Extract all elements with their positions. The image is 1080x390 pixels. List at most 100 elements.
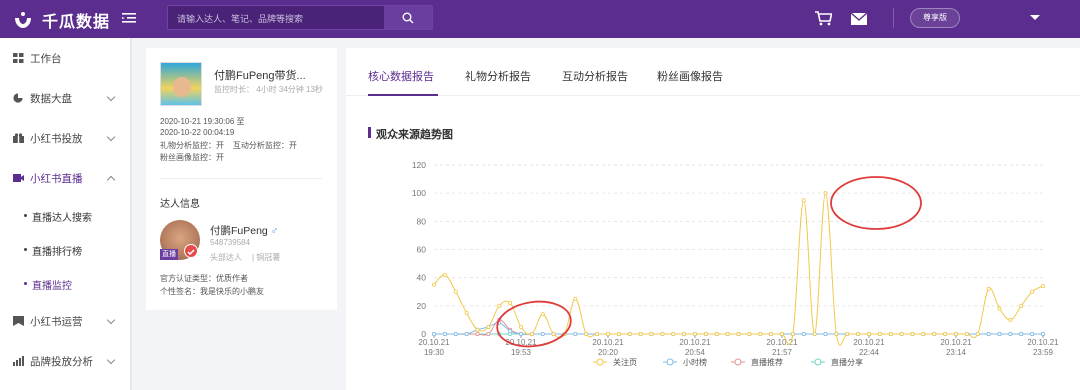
- kol-tier: 头部达人: [210, 253, 242, 262]
- data-point: [692, 331, 697, 336]
- search-box: 请输入达人、笔记、品牌等搜索: [167, 5, 433, 30]
- data-point: [442, 331, 447, 336]
- data-point: [801, 331, 806, 336]
- sidebar-item-xhs-ads[interactable]: 小红书投放: [0, 120, 130, 156]
- mail-icon[interactable]: [850, 12, 868, 30]
- monitor-flags: 礼物分析监控：开 互动分析监控：开: [160, 141, 297, 150]
- data-point: [573, 296, 578, 301]
- live-profile-card: 付鹏FuPeng带货... 监控时长： 4小时 34分钟 13秒 2020-10…: [146, 48, 337, 310]
- video-icon: [13, 174, 24, 182]
- data-point: [845, 331, 850, 336]
- data-point: [747, 331, 752, 336]
- kol-name[interactable]: 付鹏FuPeng ♂: [210, 223, 278, 238]
- data-point: [595, 331, 600, 336]
- sidebar-item-dashboard[interactable]: 数据大盘: [0, 80, 130, 116]
- data-point: [790, 331, 795, 336]
- sidebar-subitem-live-ranking[interactable]: 直播排行榜: [24, 243, 82, 258]
- data-point: [518, 324, 523, 329]
- data-point: [954, 331, 959, 336]
- sidebar-item-label: 小红书运营: [30, 315, 83, 328]
- search-button[interactable]: [384, 6, 432, 29]
- data-point: [540, 331, 545, 336]
- data-point: [910, 331, 915, 336]
- y-tick-label: 60: [417, 245, 427, 255]
- chevron-up-icon: [106, 175, 116, 185]
- data-point: [1008, 317, 1013, 322]
- legend-marker: [666, 358, 674, 366]
- search-input[interactable]: 请输入达人、笔记、品牌等搜索: [177, 12, 303, 25]
- data-point: [1041, 331, 1046, 336]
- live-title[interactable]: 付鹏FuPeng带货...: [214, 67, 306, 83]
- gift-icon: [13, 133, 24, 143]
- x-tick-label-time: 23:59: [1033, 348, 1054, 357]
- x-tick-label-date: 20.10.21: [592, 338, 624, 347]
- data-point: [997, 306, 1002, 311]
- chevron-down-icon: [106, 315, 116, 325]
- data-point: [714, 331, 719, 336]
- data-point: [486, 324, 491, 329]
- cert-type: 官方认证类型：优质作者: [160, 274, 248, 283]
- data-point: [725, 331, 730, 336]
- sidebar-item-label: 品牌投放分析: [30, 355, 93, 368]
- section-title: 达人信息: [160, 199, 200, 210]
- data-point: [834, 331, 839, 336]
- plan-badge[interactable]: 尊享版: [910, 8, 960, 28]
- x-tick-label-time: 19:30: [424, 348, 445, 357]
- legend-label: 小时榜: [683, 357, 707, 367]
- data-point: [627, 331, 632, 336]
- sidebar-subitem-live-search[interactable]: 直播达人搜索: [24, 209, 92, 224]
- data-point: [497, 303, 502, 308]
- x-tick-label-time: 20:20: [598, 348, 619, 357]
- sidebar-item-brand-analysis[interactable]: 品牌投放分析: [0, 343, 130, 379]
- sidebar-subitem-live-monitor[interactable]: 直播监控: [24, 277, 72, 292]
- data-point: [736, 331, 741, 336]
- live-cover-image[interactable]: [160, 62, 202, 106]
- sidebar-item-xhs-live[interactable]: 小红书直播: [0, 160, 130, 196]
- logo-icon: [12, 9, 34, 31]
- x-tick-label-date: 20.10.21: [853, 338, 885, 347]
- legend-marker: [596, 358, 604, 366]
- male-icon: ♂: [270, 226, 279, 237]
- x-tick-label-date: 20.10.21: [679, 338, 711, 347]
- app-logo[interactable]: 千瓜数据: [12, 8, 110, 32]
- data-point: [997, 331, 1002, 336]
- data-point: [943, 331, 948, 336]
- data-point: [779, 331, 784, 336]
- y-tick-label: 80: [417, 216, 427, 226]
- data-point: [986, 286, 991, 291]
- annotation-circle: [830, 176, 922, 230]
- data-point: [475, 331, 480, 336]
- live-tag: 直播: [160, 249, 178, 260]
- kol-rank: | 铜冠薯: [252, 253, 281, 262]
- data-point: [986, 331, 991, 336]
- kol-id: 548739584: [210, 238, 251, 247]
- cart-icon[interactable]: [815, 11, 833, 31]
- data-point: [442, 272, 447, 277]
- legend-marker: [814, 358, 822, 366]
- data-point: [801, 198, 806, 203]
- audience-source-chart: 02040608010012020.10.2119:3020.10.2119:5…: [412, 160, 1059, 367]
- chevron-down-icon[interactable]: [1030, 15, 1040, 20]
- y-tick-label: 120: [412, 160, 426, 170]
- data-point: [432, 282, 437, 287]
- data-point: [453, 331, 458, 336]
- legend-label: 关注页: [613, 357, 637, 367]
- data-point: [823, 191, 828, 196]
- data-point: [856, 331, 861, 336]
- data-point: [660, 331, 665, 336]
- kol-name-text: 付鹏FuPeng: [210, 225, 268, 237]
- data-point: [584, 331, 589, 336]
- data-point: [703, 331, 708, 336]
- sidebar-item-workbench[interactable]: 工作台: [0, 40, 130, 76]
- data-point: [432, 331, 437, 336]
- sidebar-item-label: 工作台: [30, 52, 62, 65]
- data-point: [899, 331, 904, 336]
- data-point: [964, 331, 969, 336]
- data-point: [877, 331, 882, 336]
- sidebar-item-xhs-ops[interactable]: 小红书运营: [0, 303, 130, 339]
- data-point: [758, 331, 763, 336]
- sidebar-item-label: 数据大盘: [30, 92, 72, 105]
- x-tick-label-time: 20:54: [685, 348, 706, 357]
- sidebar: 工作台 数据大盘 小红书投放 小红书直播 直播达人搜索 直播排行榜 直播监控 小…: [0, 38, 132, 390]
- menu-toggle-icon[interactable]: [122, 11, 136, 25]
